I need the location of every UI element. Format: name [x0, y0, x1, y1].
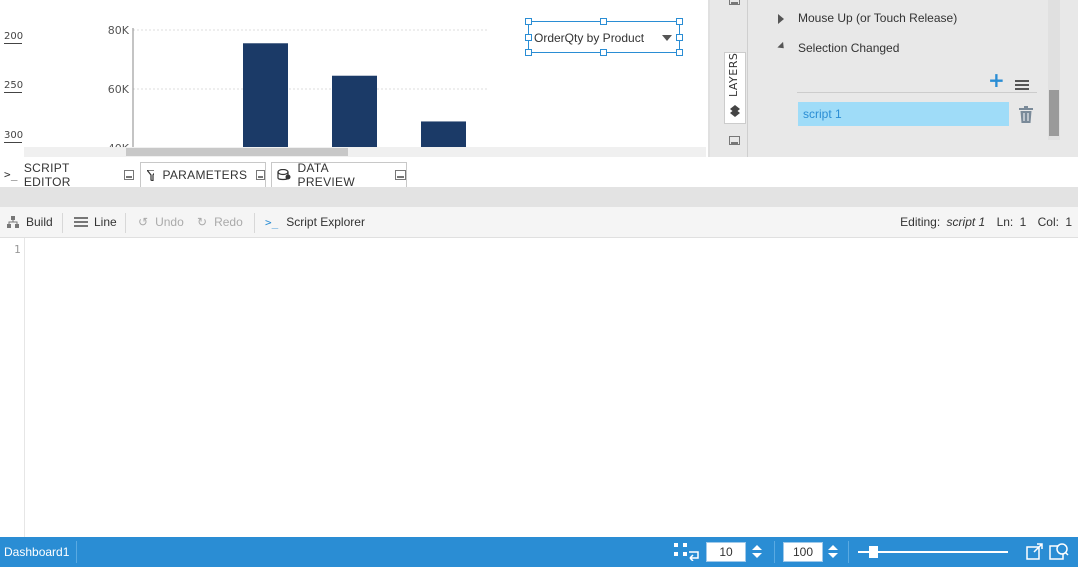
- minimize-icon[interactable]: [729, 136, 741, 146]
- tab-label: SCRIPT EDITOR: [23, 160, 71, 189]
- tab-script-editor[interactable]: >_ SCRIPT EDITOR: [4, 160, 134, 189]
- scrollbar-thumb[interactable]: [1049, 90, 1059, 136]
- trash-icon[interactable]: [1019, 106, 1033, 123]
- bar[interactable]: [243, 43, 288, 148]
- statusbar-separator: [774, 541, 775, 563]
- minimize-icon[interactable]: [256, 170, 265, 180]
- resize-handle[interactable]: [676, 49, 683, 56]
- script-explorer-label: Script Explorer: [286, 215, 365, 229]
- zoom-to-fit-icon[interactable]: [1049, 542, 1069, 561]
- script-item-label: script 1: [803, 107, 842, 121]
- resize-handle[interactable]: [525, 34, 532, 41]
- grid-size-input[interactable]: 10: [706, 542, 746, 562]
- statusbar-separator: [848, 541, 849, 563]
- bar-chart[interactable]: 80K60K40K: [24, 0, 514, 148]
- script-explorer-button[interactable]: >_ Script Explorer: [265, 215, 365, 229]
- tab-parameters[interactable]: PARAMETERS: [140, 162, 266, 187]
- ruler-tick: [4, 92, 22, 93]
- ruler-tick: [4, 142, 22, 143]
- editing-script-name: script 1: [946, 215, 986, 229]
- redo-button[interactable]: ↻ Redo: [197, 215, 243, 229]
- grid-size-spinner-icon[interactable]: [752, 545, 762, 559]
- combobox-selected-value: OrderQty by Product: [534, 31, 645, 45]
- column-number: 1: [1065, 215, 1072, 229]
- script-list-item[interactable]: script 1: [798, 102, 1009, 126]
- resize-handle[interactable]: [525, 49, 532, 56]
- terminal-prompt-icon: >_: [265, 215, 279, 229]
- editing-status: Editing: script 1 Ln: 1 Col: 1: [900, 215, 1072, 229]
- menu-icon[interactable]: [1015, 80, 1029, 92]
- build-icon: [7, 216, 19, 228]
- ruler-tick: [4, 43, 22, 44]
- resize-handle[interactable]: [600, 49, 607, 56]
- panel-edge: [1060, 0, 1078, 157]
- resize-handle[interactable]: [525, 18, 532, 25]
- resize-handle[interactable]: [676, 34, 683, 41]
- line-button[interactable]: Line: [74, 215, 117, 229]
- undo-label: Undo: [155, 215, 184, 229]
- build-label: Build: [26, 215, 53, 229]
- zoom-slider[interactable]: [858, 551, 1008, 553]
- line-label: Line: [94, 215, 117, 229]
- scrollbar-thumb[interactable]: [126, 148, 348, 156]
- redo-icon: ↻: [197, 215, 208, 229]
- bar[interactable]: [421, 121, 466, 148]
- terminal-prompt-icon: >_: [4, 168, 18, 181]
- minimize-icon[interactable]: [729, 0, 741, 6]
- vertical-ruler: 200 250 300: [0, 0, 24, 157]
- fit-to-window-icon[interactable]: [1026, 543, 1044, 560]
- undo-button[interactable]: ↺ Undo: [138, 215, 184, 229]
- layers-tab-label: LAYERS: [727, 52, 740, 97]
- minimize-icon[interactable]: [123, 169, 134, 180]
- funnel-icon: [147, 169, 155, 181]
- layers-icon: [730, 105, 740, 117]
- event-mouse-up[interactable]: Mouse Up (or Touch Release): [798, 11, 957, 25]
- event-selection-changed[interactable]: Selection Changed: [798, 41, 899, 55]
- y-tick-label: 60K: [108, 83, 130, 96]
- statusbar-separator: [76, 541, 77, 563]
- tab-label: DATA PREVIEW: [297, 161, 355, 189]
- dock-header-band: [0, 187, 1078, 207]
- column-label: Col:: [1037, 215, 1059, 229]
- line-number: 1: [1019, 215, 1027, 229]
- tab-label: PARAMETERS: [162, 168, 248, 182]
- build-button[interactable]: Build: [7, 215, 53, 229]
- toolbar-separator: [125, 213, 126, 233]
- minimize-icon[interactable]: [395, 170, 406, 180]
- toolbar-separator: [62, 213, 63, 233]
- bar[interactable]: [332, 75, 377, 148]
- data-preview-icon: [277, 169, 291, 181]
- line-number: 1: [14, 243, 21, 256]
- chevron-down-icon[interactable]: [662, 35, 672, 41]
- zoom-percent-input[interactable]: 100: [783, 542, 823, 562]
- undo-icon: ↺: [138, 215, 149, 229]
- ruler-label: 250: [4, 80, 24, 91]
- document-name: Dashboard1: [4, 545, 70, 559]
- toolbar-separator: [254, 213, 255, 233]
- add-script-icon[interactable]: +: [988, 68, 1005, 92]
- ruler-label: 300: [4, 130, 24, 141]
- zoom-spinner-icon[interactable]: [828, 545, 838, 559]
- editing-label: Editing:: [900, 215, 941, 229]
- zoom-slider-thumb[interactable]: [868, 546, 878, 558]
- redo-label: Redo: [214, 215, 243, 229]
- expand-arrow-icon[interactable]: [778, 14, 784, 24]
- ruler-label: 200: [4, 31, 24, 42]
- line-gutter: [0, 238, 25, 537]
- y-tick-label: 80K: [108, 24, 130, 37]
- code-editor[interactable]: [0, 238, 1078, 537]
- snap-to-grid-icon[interactable]: [674, 543, 700, 561]
- line-numbers-icon: [74, 217, 88, 227]
- line-label: Ln:: [996, 215, 1014, 229]
- resize-handle[interactable]: [676, 18, 683, 25]
- tab-data-preview[interactable]: DATA PREVIEW: [271, 161, 407, 189]
- resize-handle[interactable]: [600, 18, 607, 25]
